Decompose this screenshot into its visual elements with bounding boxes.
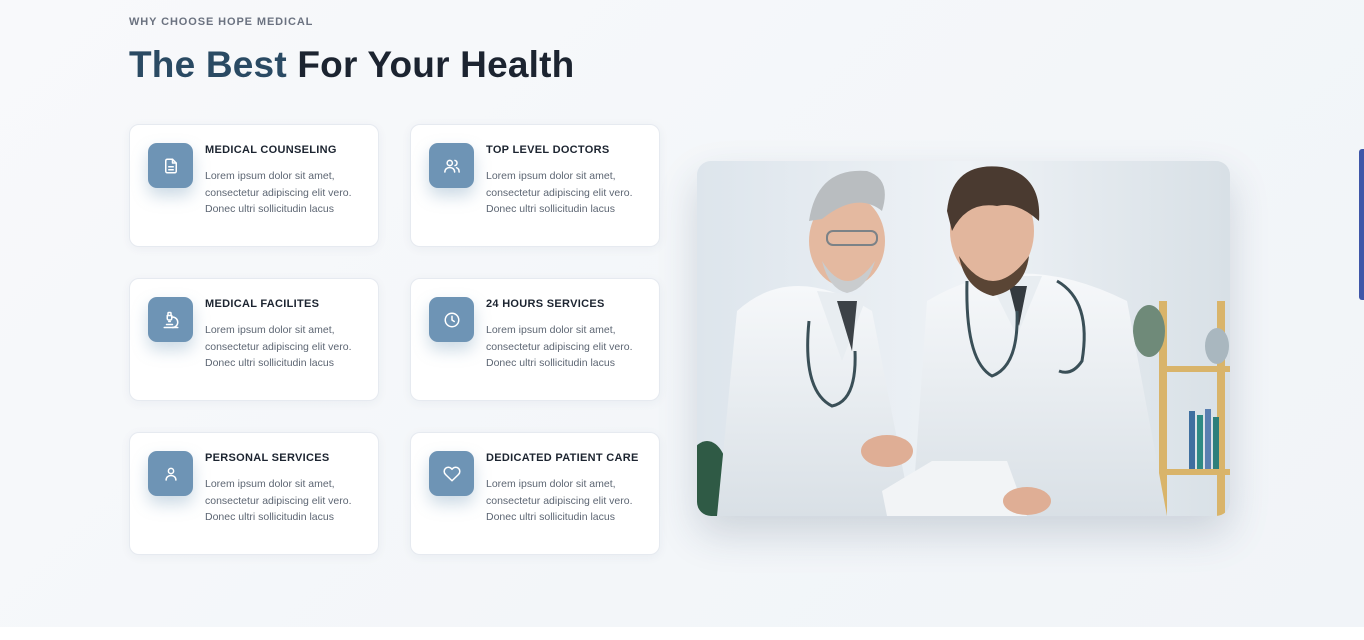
why-choose-section: WHY CHOOSE HOPE MEDICAL The Best For You… — [0, 0, 1364, 627]
feature-description-line: Donec ultri sollicitudin lacus — [205, 203, 334, 215]
feature-card-top-level-doctors: TOP LEVEL DOCTORS Lorem ipsum dolor sit … — [410, 124, 660, 247]
feature-description-line: Donec ultri sollicitudin lacus — [486, 203, 615, 215]
users-icon — [429, 143, 474, 188]
feature-card-24-hours-services: 24 HOURS SERVICES Lorem ipsum dolor sit … — [410, 278, 660, 401]
feature-card-dedicated-patient-care: DEDICATED PATIENT CARE Lorem ipsum dolor… — [410, 432, 660, 555]
feature-description-line: Lorem ipsum dolor sit amet, — [486, 170, 616, 182]
feature-description-line: Lorem ipsum dolor sit amet, — [205, 324, 335, 336]
feature-title: PERSONAL SERVICES — [205, 452, 330, 464]
feature-description-line: Donec ultri sollicitudin lacus — [205, 357, 334, 369]
document-icon — [148, 143, 193, 188]
feature-description-line: consectetur adipiscing elit vero. — [486, 186, 633, 199]
clock-icon — [429, 297, 474, 342]
feature-description: Lorem ipsum dolor sit amet, consectetur … — [486, 476, 651, 526]
doctors-photo — [697, 161, 1230, 516]
headline-accent: The Best — [129, 44, 287, 85]
feature-description-line: Donec ultri sollicitudin lacus — [205, 511, 334, 523]
feature-description-line: Donec ultri sollicitudin lacus — [486, 357, 615, 369]
feature-description-line: Lorem ipsum dolor sit amet, — [205, 170, 335, 182]
feature-description: Lorem ipsum dolor sit amet, consectetur … — [205, 476, 370, 526]
feature-description-line: consectetur adipiscing elit vero. — [486, 340, 633, 353]
page-title: The Best For Your Health — [129, 44, 574, 86]
feature-description: Lorem ipsum dolor sit amet, consectetur … — [205, 322, 370, 372]
scroll-indicator[interactable] — [1359, 149, 1364, 300]
feature-description-line: Lorem ipsum dolor sit amet, — [205, 478, 335, 490]
feature-description-line: Lorem ipsum dolor sit amet, — [486, 324, 616, 336]
feature-title: MEDICAL FACILITES — [205, 298, 320, 310]
feature-description-line: Donec ultri sollicitudin lacus — [486, 511, 615, 523]
feature-title: MEDICAL COUNSELING — [205, 144, 337, 156]
feature-card-medical-facilities: MEDICAL FACILITES Lorem ipsum dolor sit … — [129, 278, 379, 401]
feature-description-line: consectetur adipiscing elit vero. — [205, 494, 352, 507]
feature-title: TOP LEVEL DOCTORS — [486, 144, 610, 156]
feature-description-line: consectetur adipiscing elit vero. — [486, 494, 633, 507]
headline-rest: For Your Health — [297, 44, 575, 85]
user-icon — [148, 451, 193, 496]
feature-description: Lorem ipsum dolor sit amet, consectetur … — [486, 168, 651, 218]
feature-title: DEDICATED PATIENT CARE — [486, 452, 639, 464]
feature-description: Lorem ipsum dolor sit amet, consectetur … — [486, 322, 651, 372]
feature-title: 24 HOURS SERVICES — [486, 298, 605, 310]
feature-description: Lorem ipsum dolor sit amet, consectetur … — [205, 168, 370, 218]
feature-description-line: consectetur adipiscing elit vero. — [205, 186, 352, 199]
section-eyebrow: WHY CHOOSE HOPE MEDICAL — [129, 16, 314, 28]
feature-card-medical-counseling: MEDICAL COUNSELING Lorem ipsum dolor sit… — [129, 124, 379, 247]
feature-card-personal-services: PERSONAL SERVICES Lorem ipsum dolor sit … — [129, 432, 379, 555]
feature-description-line: Lorem ipsum dolor sit amet, — [486, 478, 616, 490]
feature-description-line: consectetur adipiscing elit vero. — [205, 340, 352, 353]
heart-icon — [429, 451, 474, 496]
microscope-icon — [148, 297, 193, 342]
